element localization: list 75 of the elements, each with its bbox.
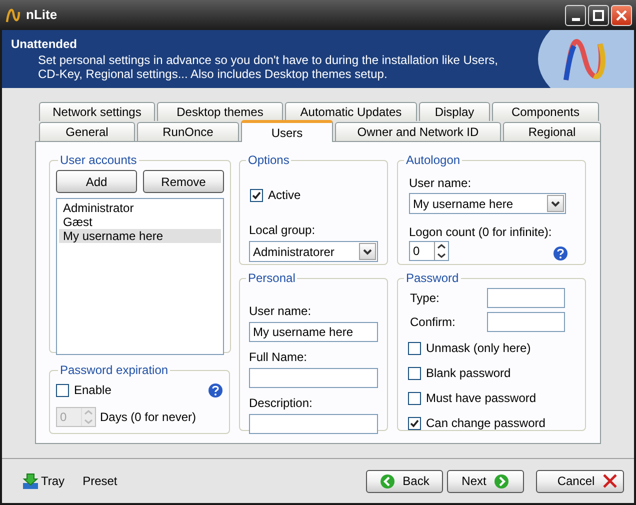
close-button[interactable] [611, 4, 632, 26]
app-icon [4, 6, 22, 24]
list-item[interactable]: Administrator [59, 201, 221, 215]
tab[interactable]: Users [241, 120, 333, 142]
group-title: Password expiration [59, 362, 170, 379]
tab[interactable]: Components [492, 102, 599, 121]
checkbox-label: Can change password [426, 415, 546, 432]
field-label: User name: [409, 175, 472, 192]
checkbox[interactable] [408, 416, 421, 430]
days-label: Days (0 for never) [100, 409, 196, 426]
wizard-button[interactable]: Next [447, 470, 524, 492]
field-label: Logon count (0 for infinite): [409, 224, 553, 241]
tab[interactable]: Regional [503, 122, 601, 141]
list-item[interactable]: Gæst [59, 215, 221, 229]
footer-link[interactable]: Tray [41, 472, 65, 490]
maximize-button[interactable] [588, 4, 609, 26]
checkbox[interactable] [408, 366, 421, 380]
field-label: Local group: [249, 222, 316, 239]
checkbox[interactable] [408, 342, 421, 354]
close-icon [616, 10, 627, 20]
group-title: Password [405, 270, 460, 287]
dropdown[interactable]: My username here [409, 193, 566, 214]
field-label: Confirm: [409, 314, 456, 331]
user-list[interactable]: Administrator Gæst My username here [56, 198, 224, 355]
header-description: Set personal settings in advance so you don't have to during the installation like Users, CD-Key, Regional settings... Also includes Desktop themes setup. [37, 53, 499, 81]
tab[interactable]: Automatic Updates [285, 102, 417, 121]
checkbox-label: Active [268, 187, 301, 204]
tab[interactable]: RunOnce [137, 122, 239, 141]
group-title: Options [247, 152, 290, 169]
dropdown-value: Administratorer [253, 244, 336, 260]
tab[interactable]: Desktop themes [157, 102, 283, 121]
field-label: User name: [249, 303, 312, 320]
text-field[interactable]: My username here [249, 322, 378, 342]
tab[interactable]: General [39, 122, 135, 141]
maximize-icon [593, 10, 604, 20]
spinner-arrows-icon [434, 242, 448, 260]
header-title: Unattended [11, 36, 78, 53]
close-icon [602, 474, 617, 488]
number-field[interactable]: 0 [409, 241, 449, 261]
checkbox-label: Must have password [426, 390, 536, 407]
group-title: Autologon [405, 152, 462, 169]
wizard-button[interactable]: Cancel [536, 470, 624, 492]
tab[interactable]: Display [419, 102, 490, 121]
list-button[interactable]: Remove [143, 170, 224, 193]
field-label: Full Name: [249, 349, 308, 366]
list-button[interactable]: Add [56, 170, 137, 193]
checkbox[interactable] [250, 188, 263, 202]
checkbox[interactable] [408, 392, 421, 404]
group-title: User accounts [59, 152, 138, 169]
field-label: Type: [409, 290, 440, 307]
dropdown-value: My username here [413, 196, 514, 212]
tray-icon [22, 472, 39, 490]
text-field[interactable] [249, 414, 378, 434]
logo-icon [536, 30, 634, 88]
minimize-icon [572, 18, 580, 20]
help-icon[interactable] [553, 246, 568, 260]
footer-link[interactable]: Preset [82, 472, 118, 490]
group-title: Personal [247, 270, 296, 287]
text-field[interactable] [487, 312, 565, 332]
field-label: Description: [249, 395, 314, 412]
help-icon[interactable] [208, 382, 223, 398]
list-item[interactable]: My username here [59, 229, 221, 243]
dropdown[interactable]: Administratorer [249, 241, 378, 262]
spinner-arrows-icon [81, 408, 95, 426]
window-title: nLite [26, 6, 58, 24]
text-field[interactable] [249, 368, 378, 388]
checkbox-label: Unmask (only here) [426, 340, 531, 357]
wizard-button[interactable]: Back [366, 470, 443, 492]
checkbox-label: Blank password [426, 365, 511, 382]
checkbox-label: Enable [74, 382, 112, 399]
minimize-button[interactable] [565, 4, 586, 26]
tab[interactable]: Owner and Network ID [335, 122, 501, 141]
checkbox[interactable] [56, 384, 69, 396]
text-field[interactable] [487, 288, 565, 308]
tab[interactable]: Network settings [39, 102, 155, 121]
